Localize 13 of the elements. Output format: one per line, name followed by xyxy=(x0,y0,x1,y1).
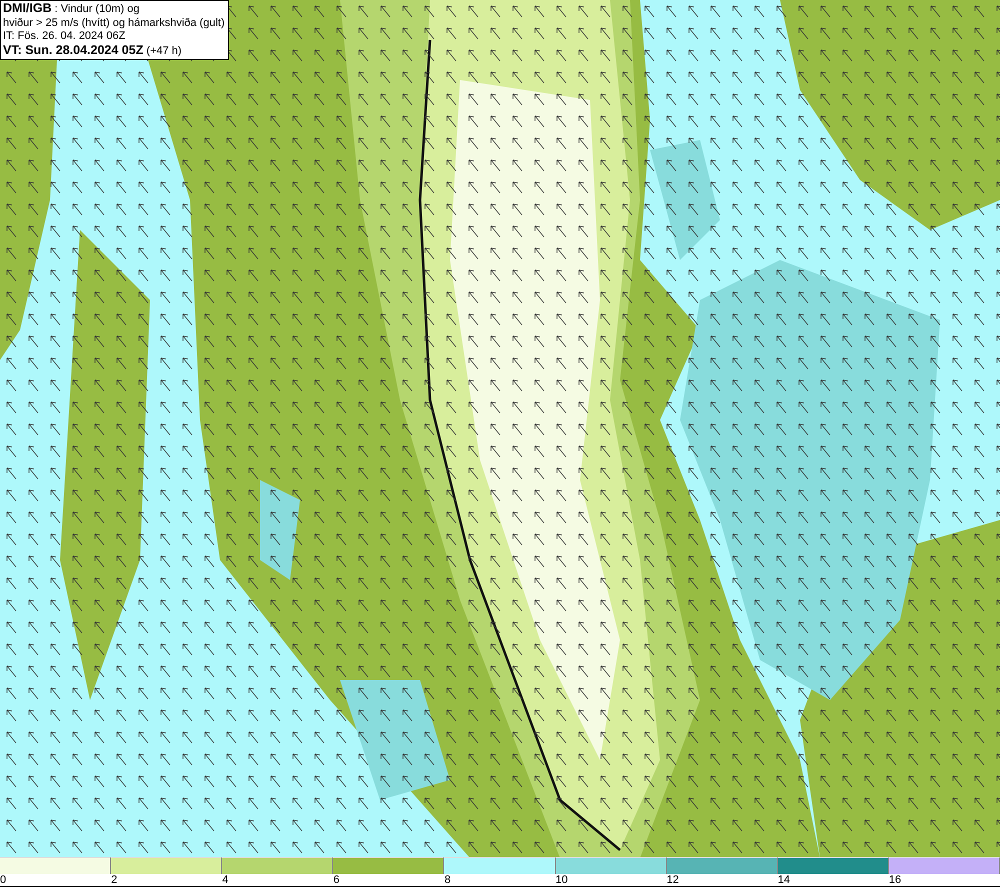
info-text: hviður > 25 m/s (hvítt) og hámarkshviða (gult) xyxy=(3,16,225,30)
legend-label: 8 xyxy=(444,874,451,886)
legend-label: 0 xyxy=(0,874,6,886)
info-text: IT: Fös. 26. 04. 2024 06Z xyxy=(3,30,126,44)
legend-label: 2 xyxy=(111,874,118,886)
legend-label: 14 xyxy=(778,874,790,886)
info-text: DMI/IGB : Vindur (10m) og xyxy=(3,2,140,16)
legend-label: 12 xyxy=(666,874,679,886)
legend-label: 4 xyxy=(222,874,228,886)
info-text: VT: Sun. 28.04.2024 05Z (+47 h) xyxy=(3,44,183,58)
legend-label: 16 xyxy=(888,874,902,886)
legend-label: 10 xyxy=(556,874,568,886)
legend-label: 6 xyxy=(333,874,340,886)
